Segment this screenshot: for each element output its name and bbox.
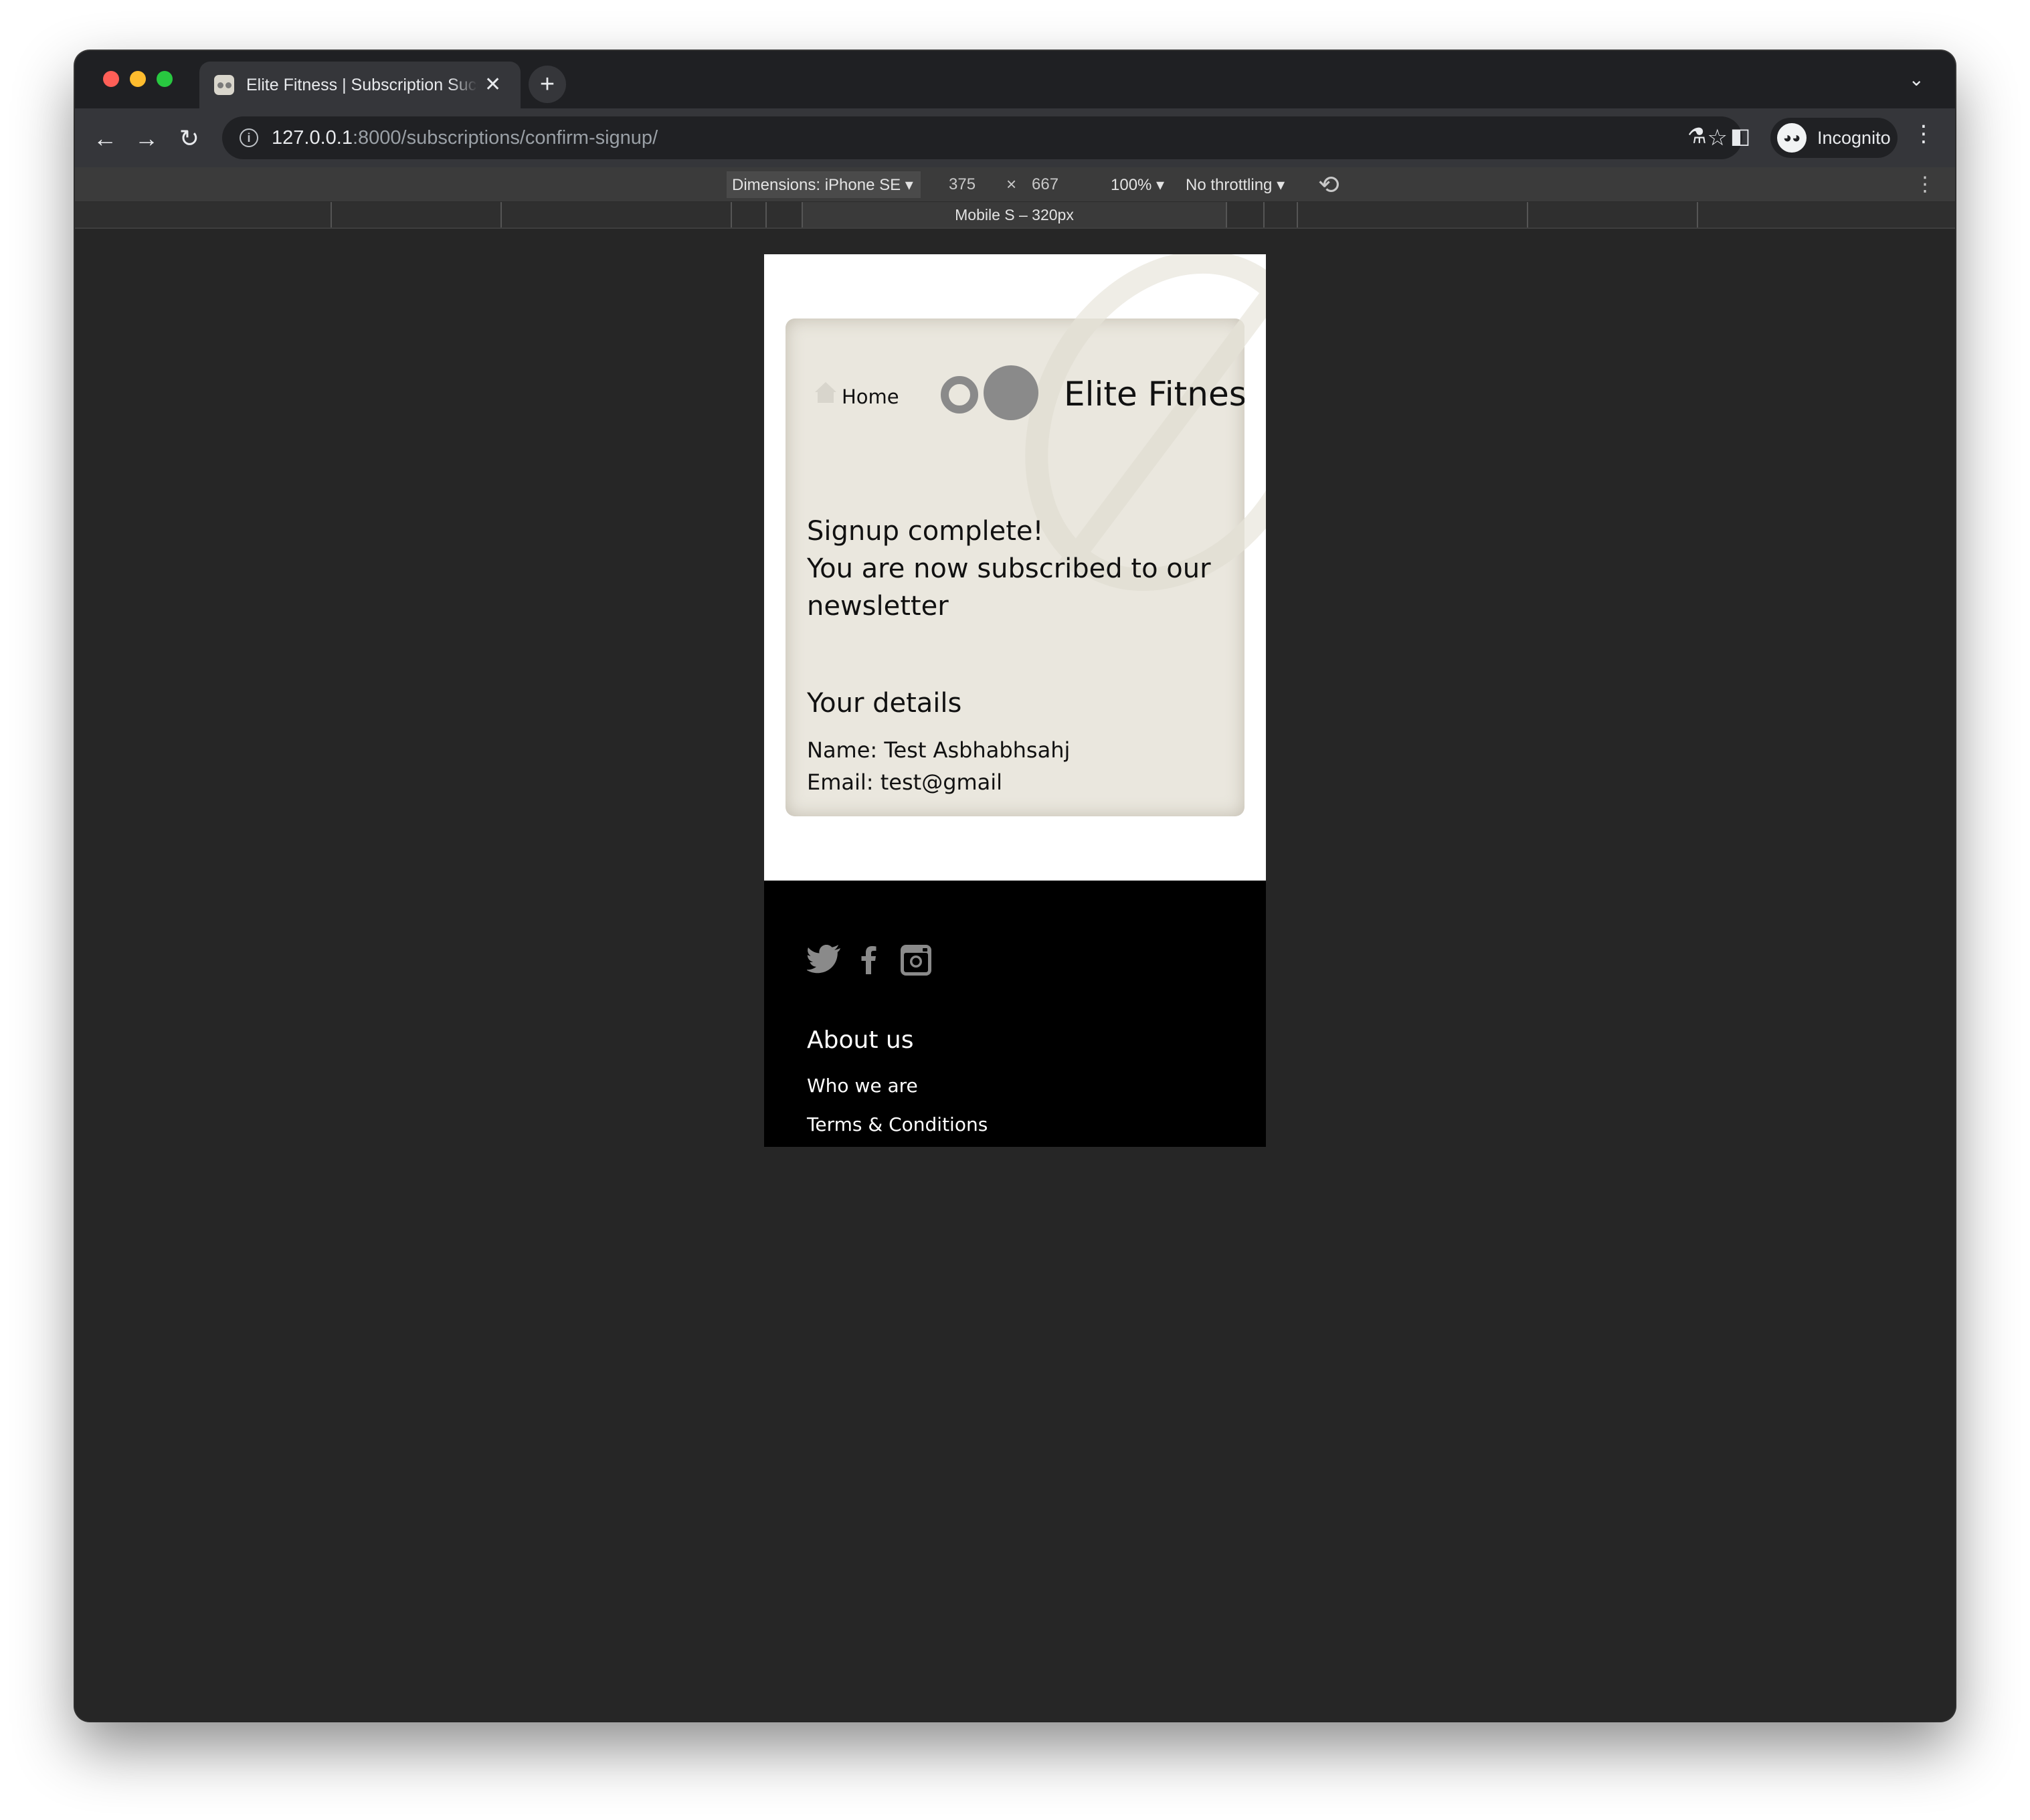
device-dimensions-select[interactable]: Dimensions: iPhone SE ▾ [727, 171, 921, 198]
media-query-segment[interactable] [331, 202, 332, 227]
browser-toolbar: ← → ↻ i 127.0.0.1:8000/subscriptions/con… [75, 108, 1955, 167]
detail-email: Email: test@gmail [807, 769, 1003, 795]
media-query-bar: Mobile S – 320px [75, 202, 1955, 229]
tab-close-icon[interactable]: ✕ [484, 75, 501, 95]
media-query-segment[interactable] [1527, 202, 1528, 227]
labs-flask-icon[interactable]: ⚗ [1687, 123, 1707, 149]
url-text[interactable]: 127.0.0.1:8000/subscriptions/confirm-sig… [272, 127, 658, 149]
mobile-viewport: Home Elite Fitness Signup complete! You … [764, 254, 1266, 1147]
confirmation-subtext: You are now subscribed to our newsletter [807, 553, 1211, 622]
browser-window: Elite Fitness | Subscription Success ✕ +… [75, 51, 1955, 1721]
media-query-segment[interactable] [1263, 202, 1265, 227]
forward-icon[interactable]: → [130, 122, 163, 155]
device-toolbar: Dimensions: iPhone SE ▾ 375 × 667 100% ▾… [75, 167, 1955, 202]
url-path: :8000/subscriptions/confirm-signup/ [352, 126, 658, 149]
media-query-segment[interactable] [1297, 202, 1298, 227]
rotate-icon[interactable]: ⟲ [1318, 170, 1340, 200]
device-height-input[interactable]: 667 [1032, 175, 1058, 194]
site-nav: Home Elite Fitness [812, 365, 1244, 423]
footer-link-who-we-are[interactable]: Who we are [807, 1075, 918, 1097]
back-icon[interactable]: ← [88, 122, 122, 155]
incognito-icon: ◕◕ [1777, 123, 1807, 153]
site-info-icon[interactable]: i [240, 128, 258, 147]
logo-dot-icon [984, 365, 1038, 420]
confirmation-card: Home Elite Fitness Signup complete! You … [786, 318, 1244, 816]
tab-strip: Elite Fitness | Subscription Success ✕ +… [75, 51, 1955, 108]
media-query-segment[interactable] [1697, 202, 1698, 227]
side-panel-icon[interactable]: ◧ [1730, 123, 1750, 149]
twitter-icon[interactable] [807, 945, 842, 974]
facebook-icon[interactable] [860, 945, 876, 974]
incognito-profile-button[interactable]: ◕◕ Incognito [1770, 118, 1898, 158]
footer-about-heading: About us [807, 1026, 914, 1054]
browser-menu-icon[interactable]: ⋮ [1912, 120, 1935, 147]
minimize-window-button[interactable] [130, 71, 146, 87]
tab-search-icon[interactable]: ⌄ [1909, 68, 1924, 90]
page-main: Home Elite Fitness Signup complete! You … [764, 254, 1266, 881]
instagram-icon[interactable] [901, 945, 931, 976]
detail-name: Name: Test Asbhabhsahj [807, 737, 1071, 763]
confirmation-headline: Signup complete! [807, 516, 1044, 547]
media-query-active[interactable]: Mobile S – 320px [802, 202, 1227, 227]
logo-ring-icon [941, 376, 978, 414]
home-icon[interactable] [812, 379, 839, 405]
tab-title: Elite Fitness | Subscription Success [246, 75, 478, 94]
favicon-icon [214, 75, 234, 95]
details-heading: Your details [807, 688, 962, 719]
dimension-times-icon: × [1006, 174, 1017, 194]
footer-link-terms[interactable]: Terms & Conditions [807, 1113, 988, 1135]
device-width-input[interactable]: 375 [949, 175, 976, 194]
close-window-button[interactable] [103, 71, 119, 87]
bookmark-star-icon[interactable]: ☆ [1708, 124, 1728, 151]
incognito-label: Incognito [1817, 127, 1891, 148]
maximize-window-button[interactable] [157, 71, 173, 87]
media-query-segment[interactable] [731, 202, 732, 227]
home-link[interactable]: Home [842, 385, 899, 408]
throttling-select[interactable]: No throttling ▾ [1186, 175, 1285, 195]
address-bar[interactable]: i 127.0.0.1:8000/subscriptions/confirm-s… [222, 116, 1742, 159]
media-query-segment[interactable] [500, 202, 502, 227]
reload-icon[interactable]: ↻ [173, 122, 206, 155]
device-toolbar-menu-icon[interactable]: ⋮ [1915, 173, 1935, 196]
brand-name[interactable]: Elite Fitness [1064, 375, 1244, 414]
site-footer: About us Who we are Terms & Conditions [764, 881, 1266, 1147]
media-query-segment[interactable] [765, 202, 767, 227]
zoom-select[interactable]: 100% ▾ [1111, 175, 1164, 195]
browser-tab[interactable]: Elite Fitness | Subscription Success ✕ [199, 62, 521, 108]
url-host: 127.0.0.1 [272, 126, 353, 149]
confirmation-message: Signup complete! You are now subscribed … [807, 513, 1222, 625]
new-tab-button[interactable]: + [529, 66, 566, 103]
